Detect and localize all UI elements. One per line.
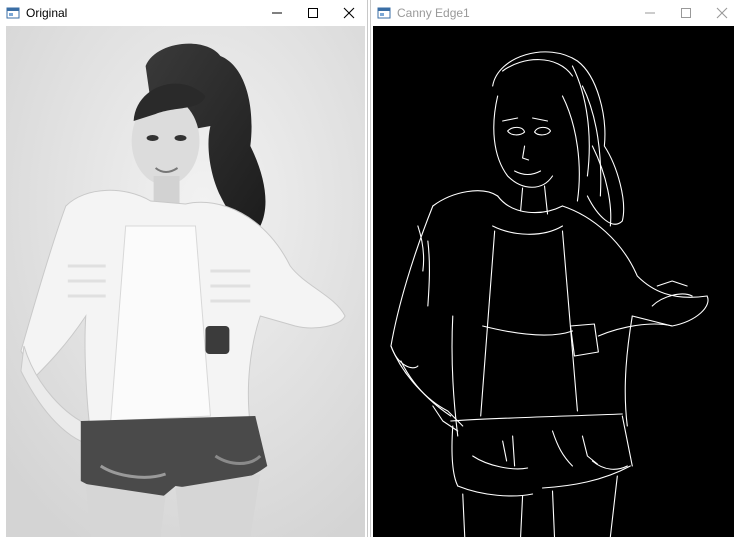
grayscale-photo	[6, 26, 365, 537]
window-title: Original	[26, 6, 68, 20]
window-title: Canny Edge1	[397, 6, 470, 20]
maximize-icon	[308, 8, 318, 18]
canny-titlebar[interactable]: Canny Edge1	[371, 0, 740, 26]
close-icon	[716, 7, 728, 19]
maximize-button[interactable]	[668, 0, 704, 26]
close-icon	[343, 7, 355, 19]
window-app-icon	[377, 7, 391, 19]
edge-map	[373, 26, 734, 537]
original-image	[6, 26, 365, 537]
original-window: Original	[0, 0, 368, 537]
original-titlebar[interactable]: Original	[0, 0, 367, 26]
minimize-icon	[272, 12, 282, 14]
canny-edge-image	[373, 26, 734, 537]
window-app-icon	[6, 7, 20, 19]
maximize-icon	[681, 8, 691, 18]
window-controls	[632, 0, 740, 26]
minimize-button[interactable]	[259, 0, 295, 26]
canny-window: Canny Edge1	[370, 0, 740, 537]
maximize-button[interactable]	[295, 0, 331, 26]
minimize-button[interactable]	[632, 0, 668, 26]
minimize-icon	[645, 12, 655, 14]
close-button[interactable]	[704, 0, 740, 26]
window-controls	[259, 0, 367, 26]
close-button[interactable]	[331, 0, 367, 26]
